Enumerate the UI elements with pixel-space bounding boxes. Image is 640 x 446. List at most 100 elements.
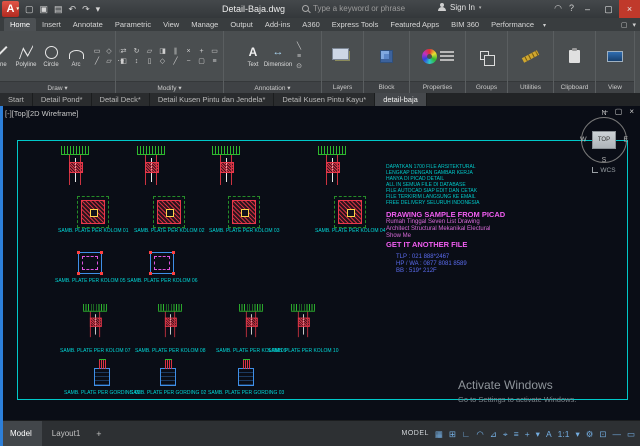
panel-label-clipboard[interactable]: Clipboard — [554, 81, 595, 93]
cad-detail[interactable]: SAMB. PLATE PER KOLOM 05 — [55, 252, 126, 284]
mini-tool-icon[interactable]: ∥ — [170, 47, 181, 56]
block-icon[interactable] — [380, 50, 393, 63]
panel-label-block[interactable]: Block — [364, 81, 409, 93]
quick-access-icon[interactable]: ▣ — [40, 3, 49, 15]
cad-detail[interactable]: SAMB. PLATE PER KOLOM 08 — [135, 304, 206, 354]
mini-tool-icon[interactable]: ◇ — [104, 47, 115, 56]
draw-tool-button[interactable]: Arc — [64, 45, 89, 68]
viewcube-top-face[interactable]: TOP — [592, 131, 616, 149]
groups-icon[interactable] — [480, 51, 489, 60]
cad-detail[interactable] — [60, 146, 90, 191]
cad-detail[interactable]: SAMB. PLATE PER KOLOM 10 — [268, 304, 339, 354]
mini-tool-icon[interactable]: ◨ — [157, 47, 168, 56]
cad-detail[interactable] — [136, 146, 166, 191]
search-box[interactable]: Type a keyword or phrase — [302, 4, 405, 13]
mini-tool-icon[interactable]: ◧ — [118, 57, 129, 66]
statusbar-toggle-icon[interactable]: A — [546, 429, 552, 439]
wcs-indicator[interactable]: WCS — [576, 167, 632, 174]
cad-detail[interactable]: SAMB. PLATE PER KOLOM 07 — [60, 304, 131, 354]
ribbon-tab[interactable]: Output — [224, 18, 259, 31]
ribbon-tab[interactable]: Add-ins — [259, 18, 296, 31]
file-tab[interactable]: detail-baja — [375, 93, 427, 106]
cad-detail[interactable]: SAMB. PLATE PER GORDING 03 — [208, 358, 284, 396]
statusbar-toggle-icon[interactable]: ⊡ — [599, 429, 606, 439]
statusbar-toggle-icon[interactable]: ⊞ — [449, 429, 456, 439]
ribbon-tab[interactable]: Performance — [485, 18, 540, 31]
file-tab[interactable]: Detail Deck* — [92, 93, 150, 106]
viewcube-north[interactable]: N — [601, 110, 606, 117]
mini-tool-icon[interactable]: ╱ — [170, 57, 181, 66]
statusbar-toggle-icon[interactable]: ≡ — [514, 429, 519, 439]
statusbar-toggle-icon[interactable]: ▭ — [627, 429, 635, 439]
statusbar-toggle-icon[interactable]: + — [525, 429, 530, 439]
viewcube-west[interactable]: W — [580, 137, 587, 144]
file-tab[interactable]: Start — [0, 93, 33, 106]
statusbar-toggle-icon[interactable]: ▾ — [575, 429, 579, 439]
ribbon-minimize-icon[interactable]: ▢ — [621, 21, 628, 29]
sign-in-button[interactable]: Sign In ▾ — [438, 3, 481, 12]
mini-tool-icon[interactable]: ▯ — [144, 57, 155, 66]
mini-tool-icon[interactable]: ▱ — [144, 47, 155, 56]
mini-tool-icon[interactable]: ▭ — [209, 47, 220, 56]
viewcube-compass-ring[interactable]: N W S E TOP — [581, 117, 627, 163]
search-input[interactable]: Type a keyword or phrase — [313, 4, 405, 13]
ribbon-tab[interactable]: BIM 360 — [445, 18, 485, 31]
layers-icon[interactable] — [335, 51, 350, 61]
viewcube-east[interactable]: E — [623, 137, 628, 144]
layout1-tab[interactable]: Layout1 — [42, 421, 90, 446]
ribbon-tab[interactable]: Annotate — [67, 18, 109, 31]
ribbon-tab[interactable]: Express Tools — [326, 18, 385, 31]
mini-tool-icon[interactable]: ╱ — [92, 57, 103, 66]
mini-tool-icon[interactable]: ▢ — [196, 57, 207, 66]
file-tab[interactable]: Detail Pond* — [33, 93, 92, 106]
mini-tool-icon[interactable]: ╲ — [294, 42, 305, 51]
statusbar-toggle-icon[interactable]: ▦ — [435, 429, 443, 439]
ribbon-tab[interactable]: Featured Apps — [384, 18, 445, 31]
statusbar-toggle-icon[interactable]: ▾ — [536, 429, 540, 439]
view-monitor-icon[interactable] — [607, 51, 623, 62]
mini-tool-icon[interactable]: + — [196, 47, 207, 56]
panel-label-layers[interactable]: Layers — [322, 81, 363, 93]
cad-detail[interactable]: SAMB. PLATE PER KOLOM 02 — [134, 200, 205, 234]
cad-detail[interactable]: SAMB. PLATE PER KOLOM 06 — [127, 252, 198, 284]
panel-label-modify[interactable]: Modify ▾ — [116, 81, 223, 93]
panel-label-draw[interactable]: Draw ▾ — [0, 81, 115, 93]
mini-tool-icon[interactable]: ≡ — [294, 52, 305, 61]
titlebar-icon[interactable]: ? — [569, 3, 574, 14]
titlebar-icon[interactable]: ◠ — [554, 3, 562, 14]
cad-detail[interactable]: SAMB. PLATE PER KOLOM 04 — [315, 200, 386, 234]
statusbar-toggle-icon[interactable]: ⊿ — [490, 429, 497, 439]
statusbar-toggle-icon[interactable]: — — [612, 429, 621, 439]
quick-access-icon[interactable]: ↶ — [69, 3, 77, 15]
quick-access-icon[interactable]: ▾ — [96, 3, 101, 15]
ribbon-tab[interactable]: Parametric — [109, 18, 157, 31]
mini-tool-icon[interactable]: ▭ — [92, 47, 103, 56]
mini-tool-icon[interactable]: ↕ — [131, 57, 142, 66]
statusbar-toggle-icon[interactable]: ⚙ — [586, 429, 594, 439]
ribbon-tab[interactable]: Manage — [185, 18, 224, 31]
mini-tool-icon[interactable]: ↻ — [131, 47, 142, 56]
draw-tool-button[interactable]: Line — [0, 45, 14, 68]
mini-tool-icon[interactable]: ≡ — [209, 57, 220, 66]
mini-tool-icon[interactable]: ▱ — [104, 57, 115, 66]
mini-tool-icon[interactable]: ⊙ — [294, 62, 305, 71]
statusbar-toggle-icon[interactable]: ∟ — [462, 429, 470, 439]
mini-tool-icon[interactable]: − — [183, 57, 194, 66]
panel-label-utilities[interactable]: Utilities — [508, 81, 553, 93]
draw-tool-button[interactable]: Circle — [39, 45, 64, 68]
draw-tool-button[interactable]: Polyline — [14, 45, 39, 68]
ribbon-tab-overflow-icon[interactable]: ▾ — [540, 20, 549, 31]
window-button[interactable]: ▢ — [598, 0, 619, 18]
ribbon-minimize-caret-icon[interactable]: ▾ — [632, 21, 636, 29]
app-menu-button[interactable]: A ▾ — [2, 1, 19, 17]
new-layout-button[interactable]: + — [90, 421, 107, 446]
cad-detail[interactable]: SAMB. PLATE PER GORDING 01 — [64, 358, 140, 396]
window-button[interactable]: – — [577, 0, 598, 18]
mini-tool-icon[interactable]: ⇄ — [118, 47, 129, 56]
viewcube[interactable]: N W S E TOP WCS — [576, 110, 632, 174]
file-tab[interactable]: Detail Kusen Pintu Kayu* — [274, 93, 375, 106]
statusbar-toggle-icon[interactable]: 1:1 — [558, 429, 570, 439]
measure-icon[interactable] — [522, 50, 539, 62]
model-space-label[interactable]: MODEL — [401, 430, 428, 437]
mini-tool-icon[interactable]: × — [183, 47, 194, 56]
